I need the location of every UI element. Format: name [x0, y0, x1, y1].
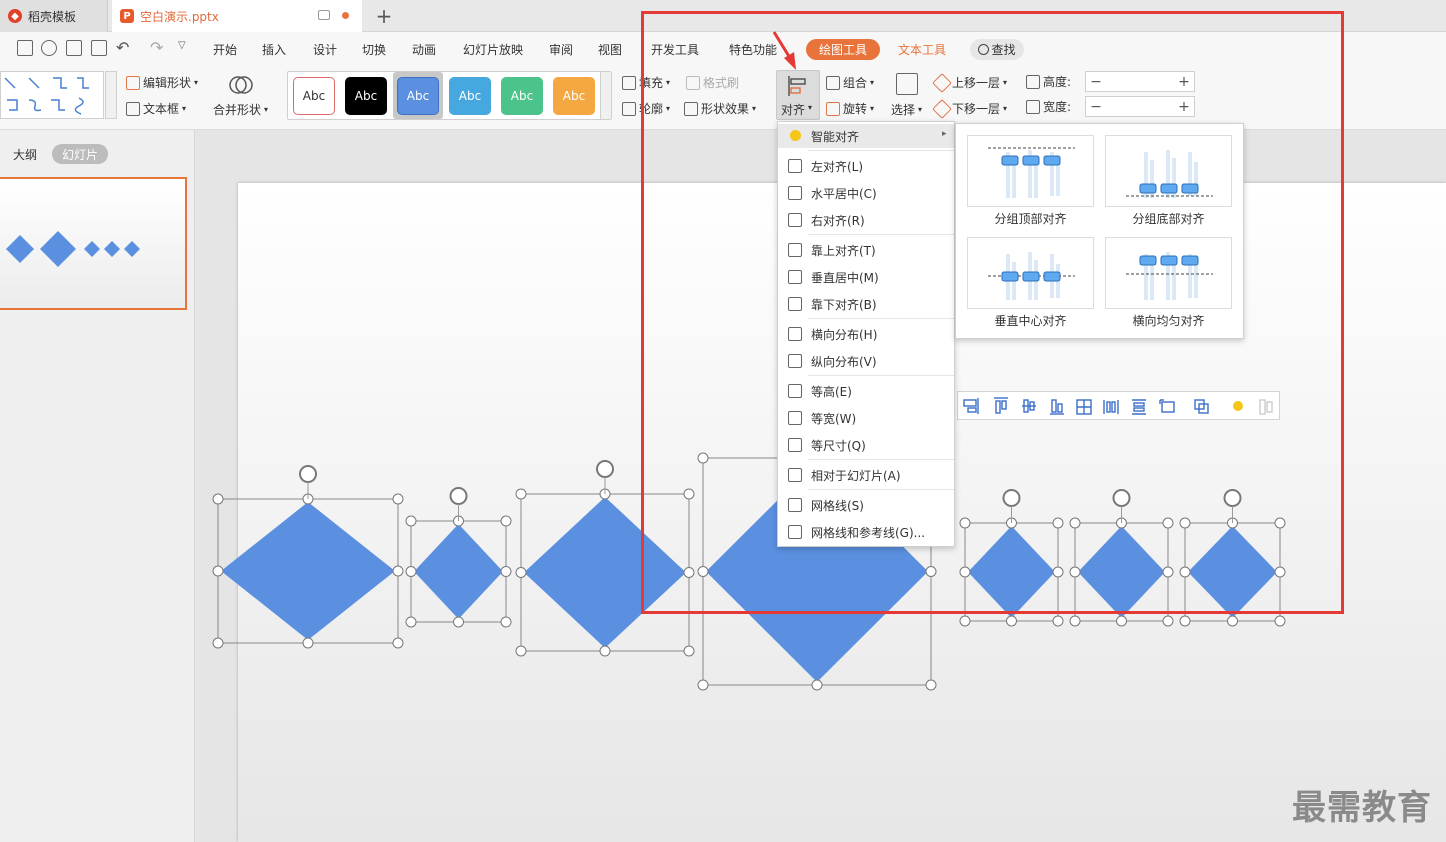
menu-animations[interactable]: 动画 [412, 41, 436, 58]
highlight-box [641, 11, 1344, 614]
shape-style-swatch[interactable]: Abc [553, 77, 595, 115]
shape-style-swatch[interactable]: Abc [501, 77, 543, 115]
menu-slideshow[interactable]: 幻灯片放映 [463, 41, 523, 58]
menu-home[interactable]: 开始 [213, 41, 237, 58]
print-preview-icon[interactable] [91, 40, 107, 56]
menu-transitions[interactable]: 切换 [362, 41, 386, 58]
docer-logo-icon: ◆ [8, 9, 22, 23]
menu-insert[interactable]: 插入 [262, 41, 286, 58]
connector-lines-icon [4, 77, 89, 115]
export-icon[interactable] [41, 40, 57, 56]
text-box-icon [126, 101, 140, 116]
edit-shape-label: 编辑形状 [143, 76, 192, 90]
screen-icon[interactable] [318, 10, 330, 20]
unsaved-dot-icon [342, 12, 349, 19]
quick-access-dropdown-icon[interactable]: ▽ [178, 40, 186, 51]
shape-style-swatch[interactable]: Abc [397, 77, 439, 115]
text-box-label: 文本框 [143, 102, 180, 116]
slide-thumbnail[interactable] [0, 177, 187, 310]
merge-shape-label: 合并形状 [213, 103, 262, 117]
edit-shape-button[interactable]: 编辑形状 ▾ [126, 74, 198, 91]
shape-style-swatch[interactable]: Abc [345, 77, 387, 115]
text-box-button[interactable]: 文本框 ▾ [126, 100, 186, 117]
menu-view[interactable]: 视图 [598, 41, 622, 58]
outline-icon [622, 101, 636, 116]
save-icon[interactable] [17, 40, 33, 56]
shape-style-swatch[interactable]: Abc [293, 77, 335, 115]
presentation-file-icon: P [120, 9, 134, 23]
fill-bucket-icon [622, 75, 636, 90]
tab-label: 空白演示.pptx [140, 9, 219, 24]
watermark: 最需教育 [1292, 788, 1432, 828]
new-tab-button[interactable]: + [372, 4, 396, 28]
edit-shape-icon [126, 75, 140, 90]
line-gallery[interactable] [0, 71, 104, 119]
menu-design[interactable]: 设计 [313, 41, 337, 58]
merge-shape-button[interactable]: 合并形状 ▾ [213, 101, 268, 118]
rotate-handle-icon [449, 487, 468, 505]
merge-shape-icon[interactable] [228, 72, 254, 98]
tab-slides[interactable]: 幻灯片 [52, 144, 108, 164]
gallery-scroll[interactable] [105, 71, 117, 119]
diamond-shape[interactable] [212, 465, 404, 649]
diamond-shape[interactable] [405, 487, 512, 628]
undo-icon[interactable]: ↶ [116, 38, 129, 57]
tab-outline[interactable]: 大纲 [13, 146, 37, 163]
menu-review[interactable]: 审阅 [549, 41, 573, 58]
style-gallery-scroll[interactable] [600, 72, 611, 119]
print-icon[interactable] [66, 40, 82, 56]
shape-style-swatch[interactable]: Abc [449, 77, 491, 115]
rotate-handle-icon [596, 460, 614, 478]
tab-label: 稻壳模板 [28, 9, 77, 24]
thumbnail-diamonds [6, 231, 140, 267]
tab-docer-templates[interactable]: ◆ 稻壳模板 [0, 0, 108, 32]
tab-current-document[interactable]: P 空白演示.pptx [112, 0, 362, 32]
redo-icon[interactable]: ↷ [150, 38, 163, 57]
rotate-handle-icon [299, 465, 317, 483]
